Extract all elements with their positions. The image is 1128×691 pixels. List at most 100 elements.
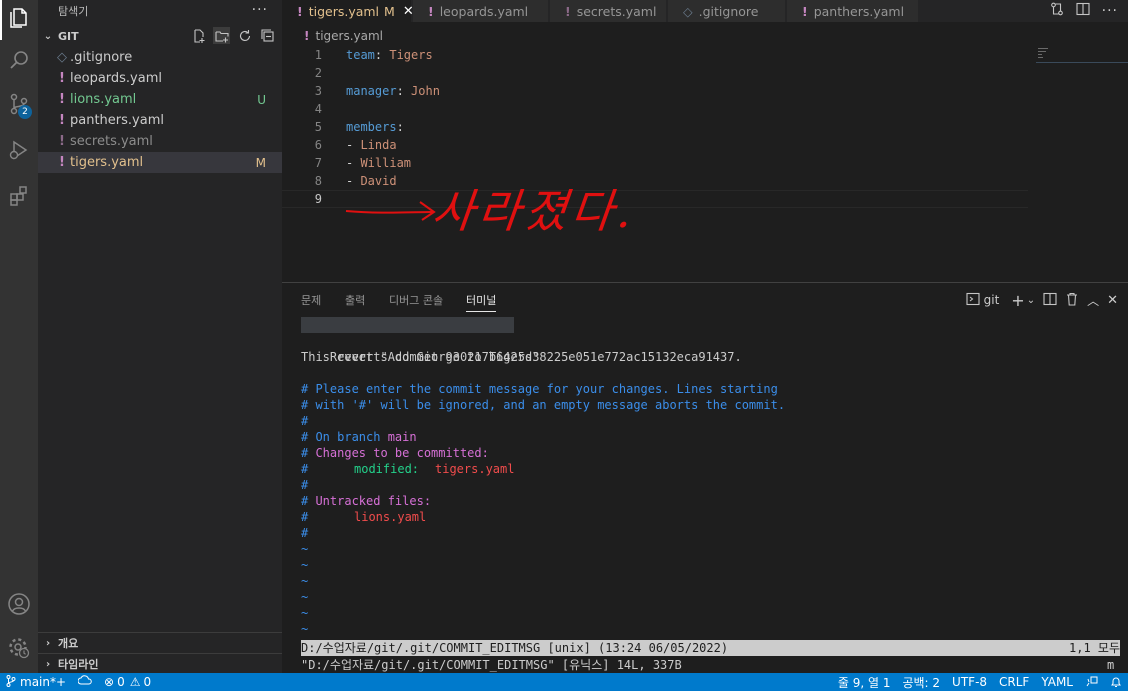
- vim-empty-line: ~: [301, 590, 309, 604]
- comment-hash: #: [301, 510, 309, 524]
- feedback-icon[interactable]: [1079, 673, 1104, 691]
- file-panthers[interactable]: ! panthers.yaml: [38, 110, 282, 131]
- refresh-icon[interactable]: [236, 27, 253, 44]
- code-line: 4: [282, 100, 1042, 118]
- close-icon[interactable]: ✕: [1107, 293, 1118, 308]
- settings-button[interactable]: [0, 630, 38, 670]
- tab-debug-console[interactable]: 디버그 콘솔: [389, 292, 443, 312]
- timeline-label: 타임라인: [58, 658, 99, 671]
- new-folder-icon[interactable]: [213, 27, 230, 44]
- branch-indicator[interactable]: main*+: [0, 673, 72, 691]
- run-debug-button[interactable]: [0, 132, 38, 172]
- more-actions-icon[interactable]: ···: [252, 2, 268, 18]
- activity-bar: 2: [0, 0, 38, 673]
- tab-problems[interactable]: 문제: [301, 292, 321, 312]
- settings-gear-icon: [7, 636, 31, 664]
- file-secrets[interactable]: ! secrets.yaml: [38, 131, 282, 152]
- terminal-comment: # On branch main: [301, 429, 417, 445]
- cursor-position[interactable]: 줄 9, 열 1: [832, 673, 897, 691]
- tab-leopards[interactable]: ! leopards.yaml: [413, 0, 549, 22]
- vim-message: "D:/수업자료/git/.git/COMMIT_EDITMSG" [유닉스] …: [301, 658, 682, 672]
- run-debug-icon: [7, 138, 31, 166]
- indentation[interactable]: 공백: 2: [896, 673, 946, 691]
- sync-button[interactable]: [72, 673, 98, 691]
- line-ending[interactable]: CRLF: [993, 673, 1035, 691]
- vim-empty-line: ~: [301, 622, 309, 636]
- tab-output[interactable]: 출력: [345, 292, 365, 312]
- tab-secrets[interactable]: ! secrets.yaml: [550, 0, 667, 22]
- code-editor[interactable]: 1 team: Tigers 2 3 manager: John 4 5 mem…: [282, 46, 1128, 280]
- more-actions-icon[interactable]: ···: [1102, 3, 1118, 19]
- terminal-name[interactable]: git: [984, 293, 1000, 307]
- gitignore-file-icon: ◇: [57, 50, 67, 65]
- file-leopards[interactable]: ! leopards.yaml: [38, 68, 282, 89]
- terminal-comment: # lions.yaml: [301, 509, 426, 525]
- split-editor-icon[interactable]: [1076, 2, 1090, 20]
- source-control-button[interactable]: 2: [0, 86, 38, 126]
- terminal-line: Revert "Add George to Tigers": [301, 317, 539, 364]
- yaml-punct: :: [374, 48, 390, 62]
- warning-count: 0: [143, 675, 152, 689]
- explorer-button[interactable]: [0, 0, 38, 40]
- tab-gitignore[interactable]: ◇ .gitignore: [668, 0, 786, 22]
- sync-icon: [77, 674, 92, 690]
- line-number: 6: [314, 138, 322, 152]
- file-name: secrets.yaml: [70, 134, 153, 149]
- search-button[interactable]: [0, 42, 38, 82]
- comment-hash: #: [301, 494, 316, 508]
- breadcrumb: ! tigers.yaml: [282, 27, 383, 45]
- line-number: 1: [314, 48, 322, 62]
- vim-file-info: D:/수업자료/git/.git/COMMIT_EDITMSG [unix] (…: [301, 641, 729, 655]
- comment-text: On branch: [315, 430, 388, 444]
- yaml-file-icon: !: [59, 71, 65, 86]
- tab-label: panthers.yaml: [813, 3, 905, 19]
- collapse-all-icon[interactable]: [259, 27, 276, 44]
- maximize-panel-icon[interactable]: ︿: [1087, 292, 1099, 309]
- extensions-button[interactable]: [0, 178, 38, 218]
- add-terminal-icon[interactable]: +: [1011, 291, 1024, 310]
- yaml-key: team: [346, 48, 375, 62]
- sidebar-title: 탐색기: [58, 5, 89, 18]
- chevron-right-icon: ›: [45, 637, 51, 649]
- yaml-value: Linda: [360, 138, 397, 152]
- tab-label: tigers.yaml: [308, 3, 380, 19]
- problems-indicator[interactable]: ⊗ 0 ⚠ 0: [98, 673, 157, 691]
- tab-terminal[interactable]: 터미널: [466, 292, 497, 312]
- new-file-icon[interactable]: [190, 27, 207, 44]
- tab-panthers[interactable]: ! panthers.yaml: [787, 0, 919, 22]
- vim-mode: m: [1107, 658, 1115, 672]
- language-mode[interactable]: YAML: [1035, 673, 1079, 691]
- branch-name: main*+: [20, 675, 67, 689]
- code-line: 2: [282, 64, 1042, 82]
- encoding[interactable]: UTF-8: [946, 673, 993, 691]
- split-terminal-icon[interactable]: [1043, 292, 1057, 309]
- terminal-comment: # with '#' will be ignored, and an empty…: [301, 398, 786, 412]
- terminal-comment: # Untracked files:: [301, 493, 431, 509]
- line-number: 8: [314, 174, 322, 188]
- open-changes-icon[interactable]: [1050, 2, 1064, 20]
- git-status-badge: M: [255, 155, 266, 170]
- file-name: lions.yaml: [70, 92, 137, 107]
- warning-icon: ⚠: [129, 675, 141, 689]
- file-lions[interactable]: ! lions.yaml U: [38, 89, 282, 110]
- bottom-panel: 문제 출력 디버그 콘솔 터미널 git + ⌄ ︿ ✕ Revert "Add…: [282, 282, 1128, 673]
- files-icon: [7, 6, 31, 34]
- line-number: 2: [314, 66, 322, 80]
- yaml-value: Tigers: [389, 48, 433, 62]
- account-button[interactable]: [0, 586, 38, 626]
- outline-section[interactable]: › 개요: [38, 632, 282, 653]
- file-gitignore[interactable]: ◇ .gitignore: [38, 47, 282, 68]
- tab-tigers[interactable]: ! tigers.yaml M ✕: [282, 0, 414, 22]
- breadcrumb-file[interactable]: tigers.yaml: [315, 29, 383, 43]
- minimap[interactable]: [1036, 46, 1128, 63]
- yaml-file-icon: !: [297, 3, 303, 19]
- trash-icon[interactable]: [1065, 292, 1079, 309]
- timeline-section[interactable]: › 타임라인: [38, 653, 282, 674]
- yaml-file-icon: !: [59, 113, 65, 128]
- file-tigers[interactable]: ! tigers.yaml M: [38, 152, 282, 173]
- code-line: 6 - Linda: [282, 136, 1042, 154]
- yaml-value: William: [360, 156, 412, 170]
- chevron-down-icon[interactable]: ⌄: [1027, 295, 1035, 306]
- notifications-bell-icon[interactable]: [1104, 673, 1128, 691]
- yaml-file-icon: !: [59, 134, 65, 149]
